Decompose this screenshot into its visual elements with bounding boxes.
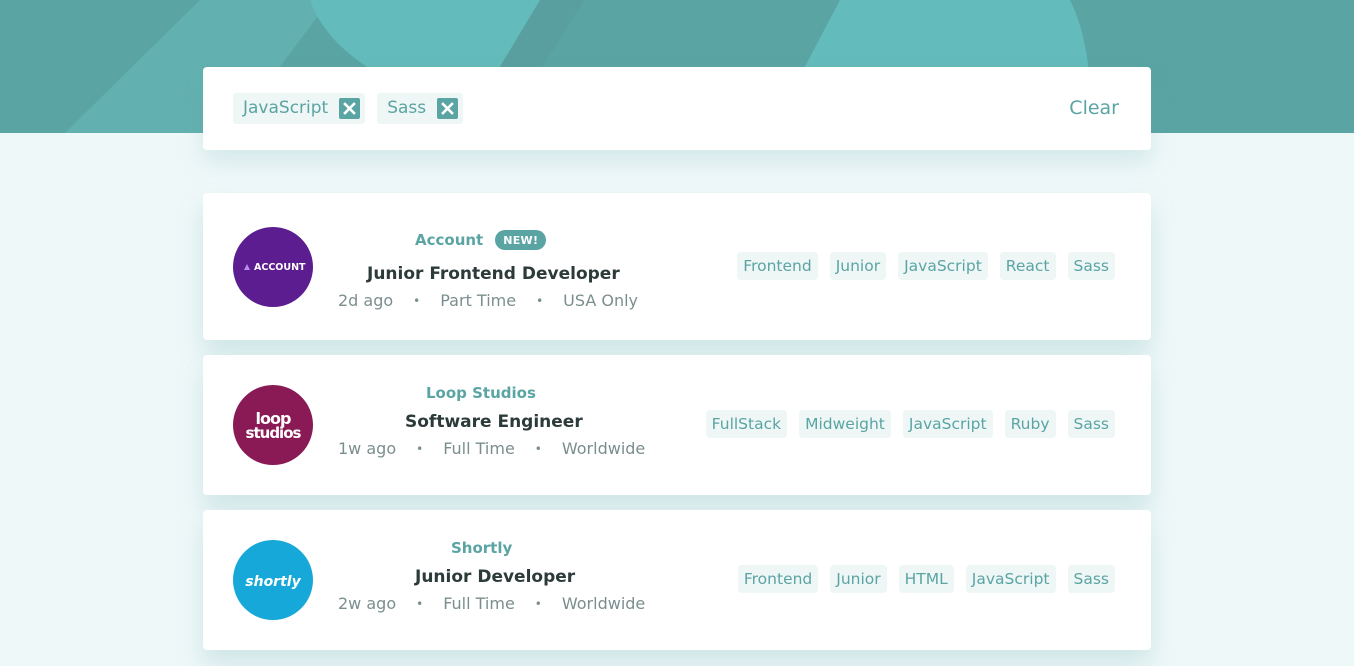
job-meta: 2d ago • Part Time • USA Only (338, 291, 638, 311)
job-tags: FullStack Midweight JavaScript Ruby Sass (705, 410, 1115, 438)
separator-dot: • (416, 597, 424, 611)
job-tags: Frontend Junior HTML JavaScript Sass (737, 565, 1115, 593)
filter-chip-label: Sass (387, 98, 427, 118)
tag-button[interactable]: Sass (1067, 565, 1115, 593)
separator-dot: • (413, 294, 421, 308)
tag-button[interactable]: Sass (1067, 410, 1115, 438)
company-name: Shortly (451, 539, 513, 557)
job-position[interactable]: Software Engineer (405, 412, 583, 432)
tag-button[interactable]: Junior (829, 252, 887, 280)
job-meta: 1w ago • Full Time • Worldwide (338, 439, 645, 459)
tag-button[interactable]: Frontend (737, 252, 818, 280)
contract-type: Full Time (443, 594, 515, 613)
job-tags: Frontend Junior JavaScript React Sass (737, 252, 1115, 280)
logo-text: ACCOUNT (254, 262, 306, 273)
contract-type: Full Time (443, 439, 515, 458)
tag-button[interactable]: JavaScript (902, 410, 993, 438)
logo-text: shortly (245, 574, 301, 590)
tag-button[interactable]: Midweight (799, 410, 891, 438)
new-badge: NEW! (495, 230, 547, 250)
posted-at: 2d ago (338, 291, 394, 310)
logo-text: studios (246, 424, 302, 442)
posted-at: 2w ago (338, 594, 397, 613)
tag-button[interactable]: Junior (830, 565, 887, 593)
tag-button[interactable]: React (999, 252, 1056, 280)
tag-button[interactable]: Ruby (1004, 410, 1056, 438)
tag-button[interactable]: FullStack (705, 410, 788, 438)
filter-chips: JavaScript Sass (233, 93, 464, 124)
separator-dot: • (416, 442, 424, 456)
filter-chip-sass: Sass (377, 93, 464, 124)
close-icon (339, 98, 361, 119)
tag-button[interactable]: Frontend (737, 565, 819, 593)
job-card: shortly Shortly Junior Developer 2w ago … (203, 510, 1151, 650)
tag-button[interactable]: HTML (898, 565, 954, 593)
filter-bar: JavaScript Sass Clear (203, 67, 1151, 150)
posted-at: 1w ago (338, 439, 397, 458)
close-icon (437, 98, 459, 119)
company-logo-loop-studios: loop studios (233, 385, 313, 465)
job-location: USA Only (563, 291, 638, 310)
tag-button[interactable]: Sass (1067, 252, 1115, 280)
company-logo-account: ACCOUNT (233, 227, 313, 307)
job-card: loop studios Loop Studios Software Engin… (203, 355, 1151, 495)
separator-dot: • (534, 597, 542, 611)
job-meta: 2w ago • Full Time • Worldwide (338, 594, 645, 614)
job-position[interactable]: Junior Developer (415, 567, 575, 587)
filter-chip-javascript: JavaScript (233, 93, 366, 124)
company-name: Account NEW! (415, 230, 547, 250)
remove-filter-button[interactable] (334, 93, 365, 124)
separator-dot: • (534, 442, 542, 456)
filter-chip-label: JavaScript (243, 98, 329, 118)
job-location: Worldwide (561, 594, 646, 613)
company-logo-shortly: shortly (233, 540, 313, 620)
company-name-label: Account (415, 231, 484, 249)
job-position[interactable]: Junior Frontend Developer (367, 264, 620, 284)
job-card: ACCOUNT Account NEW! Junior Frontend Deve… (203, 193, 1151, 340)
tag-button[interactable]: JavaScript (965, 565, 1056, 593)
remove-filter-button[interactable] (432, 93, 463, 124)
contract-type: Part Time (440, 291, 517, 310)
tag-button[interactable]: JavaScript (898, 252, 988, 280)
job-location: Worldwide (561, 439, 646, 458)
clear-filters-button[interactable]: Clear (1069, 93, 1119, 124)
company-name: Loop Studios (426, 384, 536, 402)
separator-dot: • (536, 294, 544, 308)
